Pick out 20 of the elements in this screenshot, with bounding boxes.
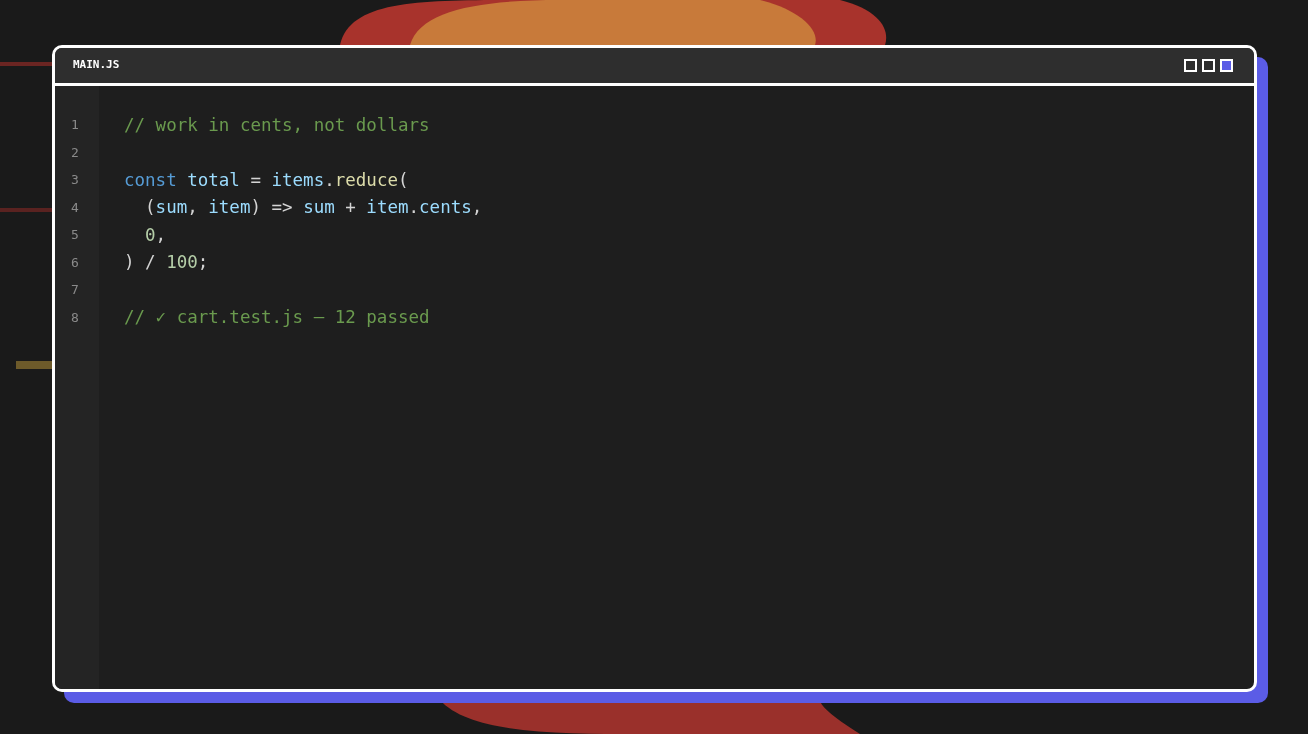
background-stripe [0, 62, 52, 66]
code-line: // ✓ cart.test.js — 12 passed [124, 306, 430, 330]
code-line: (sum, item) => sum + item.cents, [144, 196, 483, 220]
code-line: ) / 100; [124, 251, 209, 275]
background-stripe [0, 208, 52, 212]
code-line: const total = items.reduce( [124, 168, 409, 192]
code-line: 0, [144, 223, 167, 247]
line-number: 5 [71, 226, 79, 244]
window-control[interactable] [1184, 59, 1197, 72]
window-control[interactable] [1202, 59, 1215, 72]
line-number: 4 [71, 198, 79, 217]
line-number: 3 [71, 171, 79, 189]
code-line: // work in cents, not dollars [124, 113, 430, 137]
line-number: 2 [71, 143, 79, 162]
background-stripe [16, 361, 52, 369]
line-number: 6 [71, 253, 79, 272]
line-number: 7 [71, 281, 79, 299]
line-number: 1 [71, 116, 79, 134]
line-number: 8 [71, 308, 79, 327]
window-title: MAIN.JS [73, 57, 120, 74]
